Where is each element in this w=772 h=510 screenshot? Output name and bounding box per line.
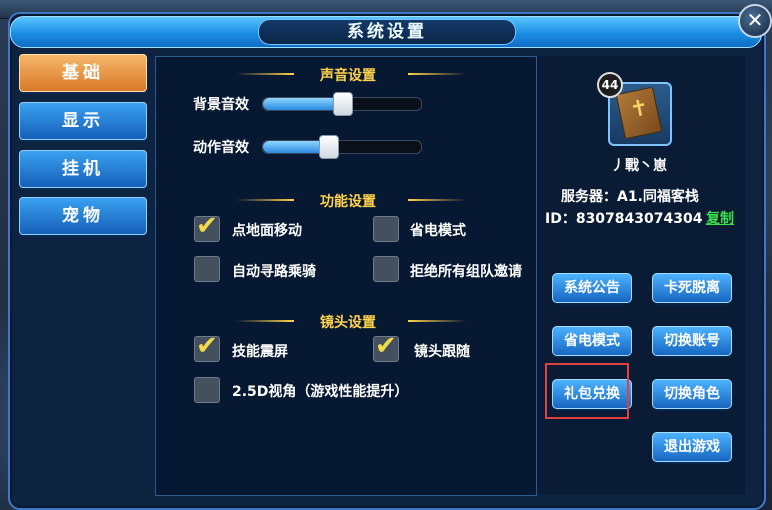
system-announcement-button[interactable]: 系统公告 bbox=[552, 273, 632, 303]
tab-display[interactable]: 显示 bbox=[19, 102, 147, 140]
divider bbox=[236, 199, 294, 201]
click-ground-move-label: 点地面移动 bbox=[232, 223, 302, 239]
camera-follow-label: 镜头跟随 bbox=[414, 344, 470, 360]
view-25d-checkbox[interactable] bbox=[194, 377, 220, 403]
auto-path-mount-label: 自动寻路乘骑 bbox=[232, 264, 316, 280]
sfx-label: 动作音效 bbox=[193, 140, 249, 156]
sound-settings-heading: 声音设置 bbox=[320, 68, 376, 84]
power-save-checkbox[interactable] bbox=[373, 216, 399, 242]
tab-pet[interactable]: 宠物 bbox=[19, 197, 147, 235]
server-info: 服务器：A1.同福客栈 bbox=[561, 189, 699, 205]
function-settings-heading: 功能设置 bbox=[320, 194, 376, 210]
cross-icon: ✝ bbox=[627, 95, 652, 124]
skill-shake-checkbox[interactable]: ✔ bbox=[194, 331, 220, 362]
divider bbox=[236, 73, 294, 75]
bgm-slider[interactable] bbox=[262, 92, 422, 116]
gift-redeem-highlight-box bbox=[545, 363, 629, 419]
divider bbox=[408, 320, 466, 322]
view-25d-label: 2.5D视角（游戏性能提升） bbox=[232, 384, 409, 400]
bgm-slider-fill bbox=[263, 98, 342, 110]
bgm-label: 背景音效 bbox=[193, 97, 249, 113]
checkmark-icon: ✔ bbox=[196, 211, 218, 241]
player-id: ID：8307843074304 bbox=[545, 211, 703, 227]
switch-character-button[interactable]: 切换角色 bbox=[652, 379, 732, 409]
dialog-title: 系统设置 bbox=[258, 19, 516, 45]
checkmark-icon: ✔ bbox=[196, 331, 218, 361]
divider bbox=[236, 320, 294, 322]
switch-account-button[interactable]: 切换账号 bbox=[652, 326, 732, 356]
player-name: 丿戰丶崽 bbox=[611, 158, 667, 174]
copy-id-link[interactable]: 复制 bbox=[706, 208, 734, 228]
sfx-slider-handle[interactable] bbox=[318, 135, 339, 159]
click-ground-move-checkbox[interactable]: ✔ bbox=[194, 211, 220, 242]
sfx-slider[interactable] bbox=[262, 135, 422, 159]
exit-game-button[interactable]: 退出游戏 bbox=[652, 432, 732, 462]
power-save-button[interactable]: 省电模式 bbox=[552, 326, 632, 356]
bgm-slider-handle[interactable] bbox=[333, 92, 353, 116]
tab-auto-battle[interactable]: 挂机 bbox=[19, 150, 147, 188]
power-save-label: 省电模式 bbox=[410, 223, 466, 239]
skill-shake-label: 技能震屏 bbox=[232, 344, 288, 360]
reject-team-invites-label: 拒绝所有组队邀请 bbox=[410, 264, 522, 280]
unstuck-button[interactable]: 卡死脱离 bbox=[652, 273, 732, 303]
close-icon[interactable]: ✕ bbox=[738, 4, 772, 38]
camera-settings-heading: 镜头设置 bbox=[320, 315, 376, 331]
divider bbox=[408, 73, 466, 75]
divider bbox=[408, 199, 466, 201]
level-badge: 44 bbox=[597, 72, 623, 98]
reject-team-invites-checkbox[interactable] bbox=[373, 256, 399, 282]
tab-basic[interactable]: 基础 bbox=[19, 54, 147, 92]
checkmark-icon: ✔ bbox=[375, 331, 397, 361]
camera-follow-checkbox[interactable]: ✔ bbox=[373, 331, 399, 362]
auto-path-mount-checkbox[interactable] bbox=[194, 256, 220, 282]
